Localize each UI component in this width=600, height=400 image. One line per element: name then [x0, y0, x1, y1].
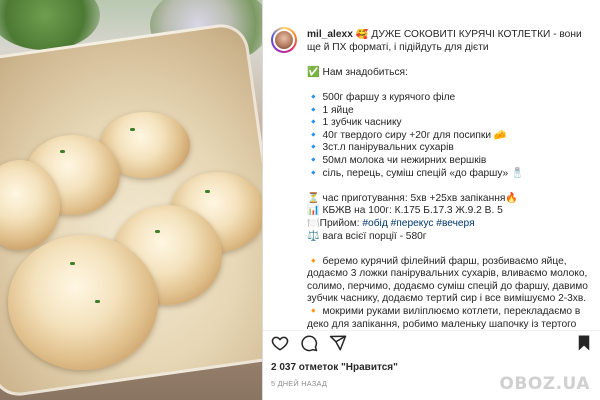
- caption-line: ⚖️ вага всієї порції - 580г: [307, 230, 427, 242]
- caption-line: 🔹 50мл молока чи нежирних вершків: [307, 154, 487, 166]
- heart-icon[interactable]: [271, 334, 289, 352]
- caption-line: mil_alexx 🥰 ДУЖЕ СОКОВИТІ КУРЯЧІ КОТЛЕТКИ…: [307, 29, 595, 54]
- bookmark-icon[interactable]: [575, 334, 593, 352]
- divider: [263, 330, 600, 331]
- caption-line: 🔹 1 яйце: [307, 104, 354, 116]
- caption-line: 🔹 сіль, перець, суміш спецій «до фаршу» …: [307, 167, 524, 179]
- herb-garnish: [130, 128, 135, 131]
- username-link[interactable]: mil_alexx: [307, 29, 353, 40]
- caption-line: ⏳ час приготування: 5хв +25хв запікання🔥: [307, 192, 519, 204]
- action-bar: [271, 334, 593, 354]
- herb-garnish: [155, 230, 160, 233]
- herb-garnish: [95, 300, 100, 303]
- herb-garnish: [60, 150, 65, 153]
- caption-line: 🔹 3ст.л панірувальних сухарів: [307, 142, 454, 154]
- caption-line: ✅ Нам знадобиться:: [307, 66, 408, 78]
- hashtag-link[interactable]: #обід: [362, 218, 387, 229]
- hashtag-link[interactable]: #вечеря: [436, 218, 474, 229]
- caption-line: 🔹 500г фаршу з курячого філе: [307, 91, 456, 103]
- watermark: OBOZ.UA: [499, 374, 590, 394]
- share-icon[interactable]: [329, 334, 347, 352]
- caption-line-hashtags[interactable]: 🍽️Прийом: #обід #перекус #вечеря: [307, 218, 595, 231]
- cutlet: [8, 235, 158, 370]
- caption-line: 🔸 мокрими руками виліплюємо котлети, пер…: [307, 306, 581, 329]
- caption-line: 📊 КБЖВ на 100г: К.175 Б.17.3 Ж.9.2 В. 5: [307, 205, 503, 217]
- herb-garnish: [205, 190, 210, 193]
- avatar[interactable]: [271, 27, 297, 53]
- caption-line: 🔹 1 зубчик часнику: [307, 117, 402, 129]
- caption-line: 🔸 беремо курячий філейний фарш, розбиває…: [307, 255, 588, 305]
- comment-icon[interactable]: [300, 334, 318, 352]
- post-photo[interactable]: [0, 0, 262, 400]
- likes-count[interactable]: 2 037 отметок "Нравится": [271, 362, 398, 373]
- hashtag-link[interactable]: #перекус: [391, 218, 434, 229]
- post-timestamp[interactable]: 5 ДНЕЙ НАЗАД: [271, 379, 327, 388]
- herb-garnish: [70, 262, 75, 265]
- post-panel: mil_alexx 🥰 ДУЖЕ СОКОВИТІ КУРЯЧІ КОТЛЕТКИ…: [262, 0, 600, 400]
- caption-line: 🔹 40г твердого сиру +20г для посипки 🧀: [307, 129, 507, 141]
- post-caption: mil_alexx 🥰 ДУЖЕ СОКОВИТІ КУРЯЧІ КОТЛЕТКИ…: [307, 29, 595, 329]
